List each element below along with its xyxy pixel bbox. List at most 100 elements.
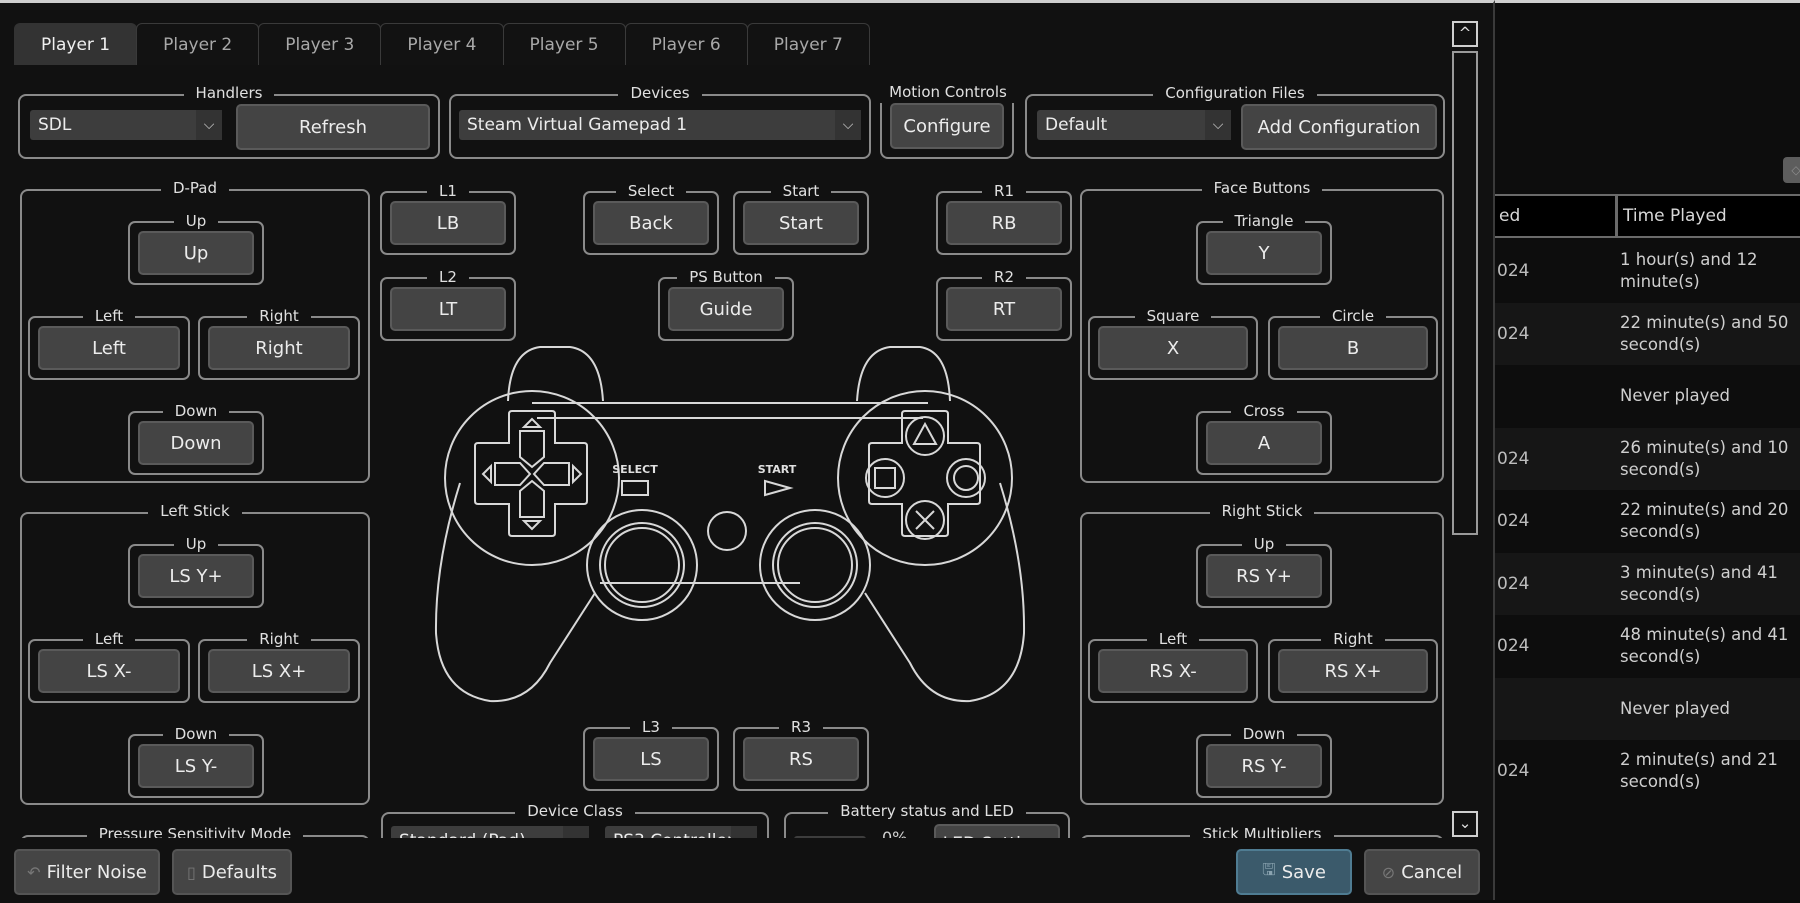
l1-label: L1 (427, 182, 469, 200)
column-header-time-played[interactable]: Time Played (1615, 196, 1727, 236)
square-binding-button[interactable]: X (1098, 326, 1248, 370)
game-list-row[interactable]: 024 22 minute(s) and 20 second(s) (1495, 490, 1800, 552)
start-binding-button[interactable]: Start (743, 201, 859, 245)
triangle-binding-button[interactable]: Y (1206, 231, 1322, 275)
ps-button-binding-button[interactable]: Guide (668, 287, 784, 331)
cancel-icon: ⊘ (1381, 862, 1396, 882)
game-list-row[interactable]: 024 3 minute(s) and 41 second(s) (1495, 552, 1800, 615)
game-list-row[interactable]: Never played (1495, 365, 1800, 427)
scroll-area-clip (0, 838, 1450, 846)
handlers-group: Handlers SDL ⌵ Refresh (18, 84, 440, 159)
left-stick-down-binding-button[interactable]: LS Y- (138, 744, 254, 788)
time-played-cell: 48 minute(s) and 41 second(s) (1620, 625, 1789, 666)
diamond-icon: ◇ (1791, 163, 1800, 177)
list-view-toggle-button[interactable]: ◇ (1783, 157, 1800, 183)
left-stick-down-mapping: Down LS Y- (128, 725, 264, 798)
tab-player-6[interactable]: Player 6 (624, 23, 748, 65)
left-stick-up-binding-button[interactable]: LS Y+ (138, 554, 254, 598)
right-stick-left-mapping: Left RS X- (1088, 630, 1258, 703)
r3-binding-button[interactable]: RS (743, 737, 859, 781)
add-configuration-button[interactable]: Add Configuration (1241, 104, 1437, 150)
game-list-row[interactable]: 024 26 minute(s) and 10 second(s) (1495, 427, 1800, 490)
game-list-row[interactable]: 024 48 minute(s) and 41 second(s) (1495, 615, 1800, 677)
r3-mapping: R3 RS (733, 718, 869, 791)
dpad-up-mapping: Up Up (128, 212, 264, 285)
dpad-right-binding-button[interactable]: Right (208, 326, 350, 370)
cross-binding-button[interactable]: A (1206, 421, 1322, 465)
chevron-down-icon: ⌵ (1205, 110, 1231, 140)
scroll-up-button[interactable]: ^ (1452, 21, 1478, 47)
chevron-down-icon: ⌄ (1458, 814, 1472, 832)
game-list-row[interactable]: Never played (1495, 677, 1800, 740)
left-stick-up-mapping: Up LS Y+ (128, 535, 264, 608)
defaults-label: Defaults (201, 861, 277, 883)
table-header: ed Time Played (1495, 194, 1800, 238)
save-button[interactable]: 🖫 Save (1236, 849, 1352, 895)
tab-player-7[interactable]: Player 7 (746, 23, 870, 65)
dpad-left-binding-button[interactable]: Left (38, 326, 180, 370)
column-header-last-played[interactable]: ed (1491, 196, 1520, 236)
devices-group: Devices Steam Virtual Gamepad 1 ⌵ (449, 84, 871, 159)
face-cross-outline (868, 410, 981, 537)
game-list-row[interactable]: 024 22 minute(s) and 50 second(s) (1495, 302, 1800, 365)
left-grip-outline (434, 482, 596, 703)
motion-controls-title: Motion Controls (889, 83, 1007, 101)
cancel-button[interactable]: ⊘ Cancel (1364, 849, 1480, 895)
l1-binding-button[interactable]: LB (390, 201, 506, 245)
player-tabs: Player 1 Player 2 Player 3 Player 4 Player 5… (14, 23, 870, 65)
configuration-value: Default (1045, 115, 1108, 135)
devices-title: Devices (618, 84, 702, 102)
circle-binding-button[interactable]: B (1278, 326, 1428, 370)
l1-mapping: L1 LB (380, 182, 516, 255)
right-stick-right-label: Right (1321, 630, 1385, 648)
last-played-cell: 024 (1497, 511, 1530, 531)
tab-player-4[interactable]: Player 4 (380, 23, 504, 65)
right-stick-left-binding-button[interactable]: RS X- (1098, 649, 1248, 693)
l3-binding-button[interactable]: LS (593, 737, 709, 781)
right-stick-down-mapping: Down RS Y- (1196, 725, 1332, 798)
right-stick-right-binding-button[interactable]: RS X+ (1278, 649, 1428, 693)
left-stick-left-binding-button[interactable]: LS X- (38, 649, 180, 693)
ps-button-icon (707, 511, 747, 551)
select-binding-button[interactable]: Back (593, 201, 709, 245)
dpad-up-binding-button[interactable]: Up (138, 231, 254, 275)
time-played-cell: 3 minute(s) and 41 second(s) (1620, 562, 1778, 604)
handler-select[interactable]: SDL ⌵ (30, 110, 222, 140)
tab-player-2[interactable]: Player 2 (136, 23, 260, 65)
tab-player-5[interactable]: Player 5 (502, 23, 626, 65)
device-value: Steam Virtual Gamepad 1 (467, 115, 688, 135)
defaults-button[interactable]: ▯ Defaults (172, 849, 292, 895)
pad-settings-dialog: Player 1 Player 2 Player 3 Player 4 Player 5… (0, 0, 1495, 903)
refresh-button[interactable]: Refresh (236, 104, 430, 150)
filter-noise-button[interactable]: ↶ Filter Noise (14, 849, 160, 895)
last-played-cell: 024 (1497, 761, 1530, 781)
window-top-border (1495, 0, 1800, 3)
circle-label: Circle (1319, 307, 1387, 325)
r1-binding-button[interactable]: RB (946, 201, 1062, 245)
dpad-right-label: Right (247, 307, 311, 325)
device-select[interactable]: Steam Virtual Gamepad 1 ⌵ (459, 110, 861, 140)
triangle-button-icon (905, 416, 945, 456)
l2-binding-button[interactable]: LT (390, 287, 506, 331)
r2-binding-button[interactable]: RT (946, 287, 1062, 331)
background-game-list-window: ◇ ed Time Played 024 1 hour(s) and 12 min… (1495, 0, 1800, 900)
game-list-row[interactable]: 024 2 minute(s) and 21 second(s) (1495, 740, 1800, 802)
right-stick-up-binding-button[interactable]: RS Y+ (1206, 554, 1322, 598)
configuration-select[interactable]: Default ⌵ (1037, 110, 1231, 140)
configure-motion-button[interactable]: Configure (890, 103, 1004, 149)
tab-player-3[interactable]: Player 3 (258, 23, 382, 65)
tab-player-1[interactable]: Player 1 (14, 23, 138, 65)
game-list-row[interactable]: 024 1 hour(s) and 12 minute(s) (1495, 240, 1800, 302)
dpad-down-mapping: Down Down (128, 402, 264, 475)
left-stick-right-binding-button[interactable]: LS X+ (208, 649, 350, 693)
scrollbar-thumb[interactable] (1452, 51, 1478, 535)
right-stick-title: Right Stick (1209, 502, 1315, 520)
dpad-left-arrow-icon (481, 462, 532, 486)
undo-icon: ↶ (27, 862, 41, 882)
right-stick-group: Right Stick Up RS Y+ Left RS X- Right RS X+ Do… (1080, 502, 1444, 805)
scroll-down-button[interactable]: ⌄ (1452, 811, 1478, 837)
dpad-down-binding-button[interactable]: Down (138, 421, 254, 465)
l3-mapping: L3 LS (583, 718, 719, 791)
configuration-files-group: Configuration Files Default ⌵ Add Config… (1025, 84, 1445, 159)
right-stick-down-binding-button[interactable]: RS Y- (1206, 744, 1322, 788)
